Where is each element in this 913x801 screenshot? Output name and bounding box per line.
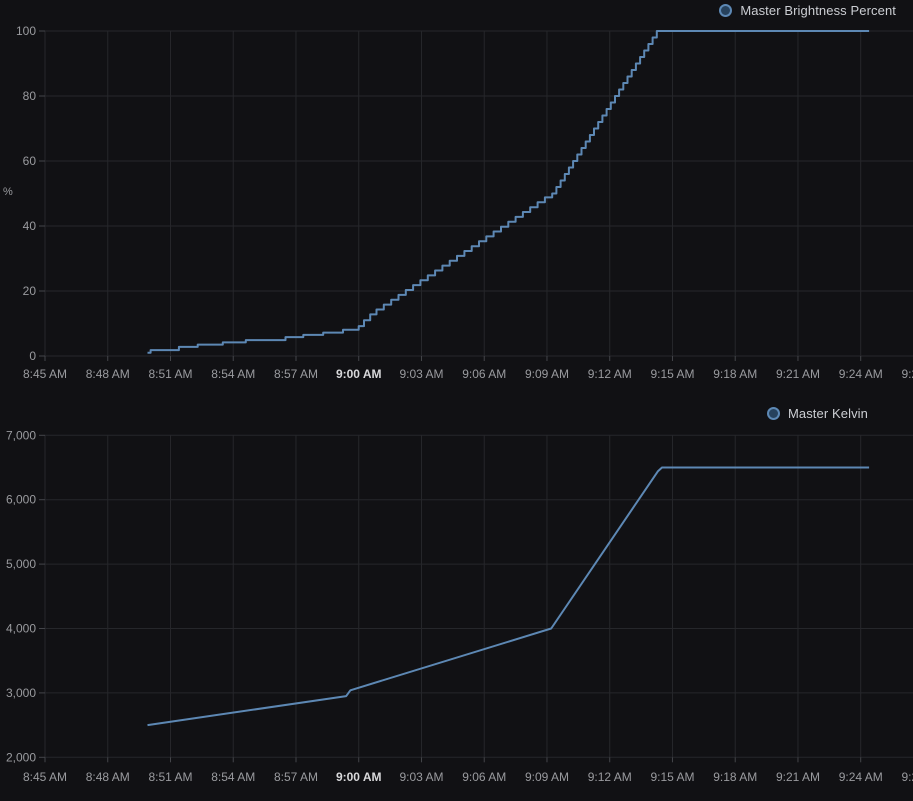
- x-tick-label: 8:45 AM: [23, 367, 67, 381]
- y-tick-label: 60: [23, 154, 37, 168]
- x-tick-label: 8:51 AM: [148, 770, 192, 784]
- axis-labels: 2,000 3,000 4,000 5,000 6,000 7,000 8:45 AM 8:4…: [6, 428, 913, 784]
- brightness-chart-panel: 0 20 40 60 80 100 8:45 AM 8:48 AM 8:51 AM 8:54 AM…: [0, 0, 913, 400]
- y-tick-label: 6,000: [6, 493, 36, 507]
- series-marker-icon: [767, 407, 780, 420]
- series-line: [148, 31, 870, 353]
- x-tick-label: 9:15 AM: [650, 770, 694, 784]
- y-tick-label: 5,000: [6, 557, 36, 571]
- x-tick-label: 9:03 AM: [399, 367, 443, 381]
- x-tick-label: 9:24 AM: [839, 367, 883, 381]
- legend-label-brightness: Master Brightness Percent: [740, 3, 896, 18]
- gridlines: [45, 31, 913, 356]
- x-tick-label: 8:57 AM: [274, 367, 318, 381]
- series-marker-icon: [719, 4, 732, 17]
- x-tick-label: 9:06 AM: [462, 770, 506, 784]
- x-tick-label: 9:12 AM: [588, 367, 632, 381]
- x-tick-label: 8:51 AM: [148, 367, 192, 381]
- legend-label-kelvin: Master Kelvin: [788, 406, 868, 421]
- x-tick-label: 9:18 AM: [713, 367, 757, 381]
- x-tick-label: 8:57 AM: [274, 770, 318, 784]
- y-tick-label: 40: [23, 219, 37, 233]
- x-tick-label: 9:15 AM: [650, 367, 694, 381]
- x-tick-label: 9:00 AM: [336, 367, 382, 381]
- legend-item-brightness[interactable]: Master Brightness Percent: [719, 3, 896, 18]
- y-tick-label: 0: [29, 349, 36, 363]
- gridlines: [45, 435, 913, 757]
- series-line: [148, 468, 870, 726]
- x-tick-label: 9:12 AM: [588, 770, 632, 784]
- x-tick-label: 9:27 AM: [901, 367, 913, 381]
- x-tick-label: 9:09 AM: [525, 770, 569, 784]
- x-tick-label: 9:27 AM: [901, 770, 913, 784]
- y-tick-label: 7,000: [6, 428, 36, 442]
- y-tick-label: 2,000: [6, 750, 36, 764]
- y-axis-unit-label: %: [3, 186, 13, 198]
- axis-labels: 0 20 40 60 80 100 8:45 AM 8:48 AM 8:51 AM 8:54 AM…: [16, 24, 913, 381]
- kelvin-chart-plot[interactable]: 2,000 3,000 4,000 5,000 6,000 7,000 8:45 AM 8:4…: [0, 400, 913, 801]
- y-tick-label: 20: [23, 284, 37, 298]
- x-tick-label: 8:45 AM: [23, 770, 67, 784]
- y-tick-label: 80: [23, 89, 37, 103]
- kelvin-chart-panel: 2,000 3,000 4,000 5,000 6,000 7,000 8:45 AM 8:4…: [0, 400, 913, 801]
- y-tick-label: 3,000: [6, 686, 36, 700]
- x-tick-label: 9:03 AM: [399, 770, 443, 784]
- brightness-chart-plot[interactable]: 0 20 40 60 80 100 8:45 AM 8:48 AM 8:51 AM 8:54 AM…: [0, 0, 913, 390]
- x-tick-label: 8:54 AM: [211, 770, 255, 784]
- x-tick-label: 8:48 AM: [86, 770, 130, 784]
- legend-item-kelvin[interactable]: Master Kelvin: [767, 406, 868, 421]
- x-tick-label: 9:06 AM: [462, 367, 506, 381]
- x-tick-label: 8:54 AM: [211, 367, 255, 381]
- x-tick-label: 9:18 AM: [713, 770, 757, 784]
- y-tick-label: 4,000: [6, 622, 36, 636]
- history-graphs-page: { "colors": { "background": "#111114", "…: [0, 0, 913, 801]
- y-tick-label: 100: [16, 24, 36, 38]
- x-tick-label: 8:48 AM: [86, 367, 130, 381]
- x-tick-label: 9:21 AM: [776, 367, 820, 381]
- x-tick-label: 9:24 AM: [839, 770, 883, 784]
- x-tick-label: 9:00 AM: [336, 770, 382, 784]
- x-tick-label: 9:09 AM: [525, 367, 569, 381]
- x-tick-label: 9:21 AM: [776, 770, 820, 784]
